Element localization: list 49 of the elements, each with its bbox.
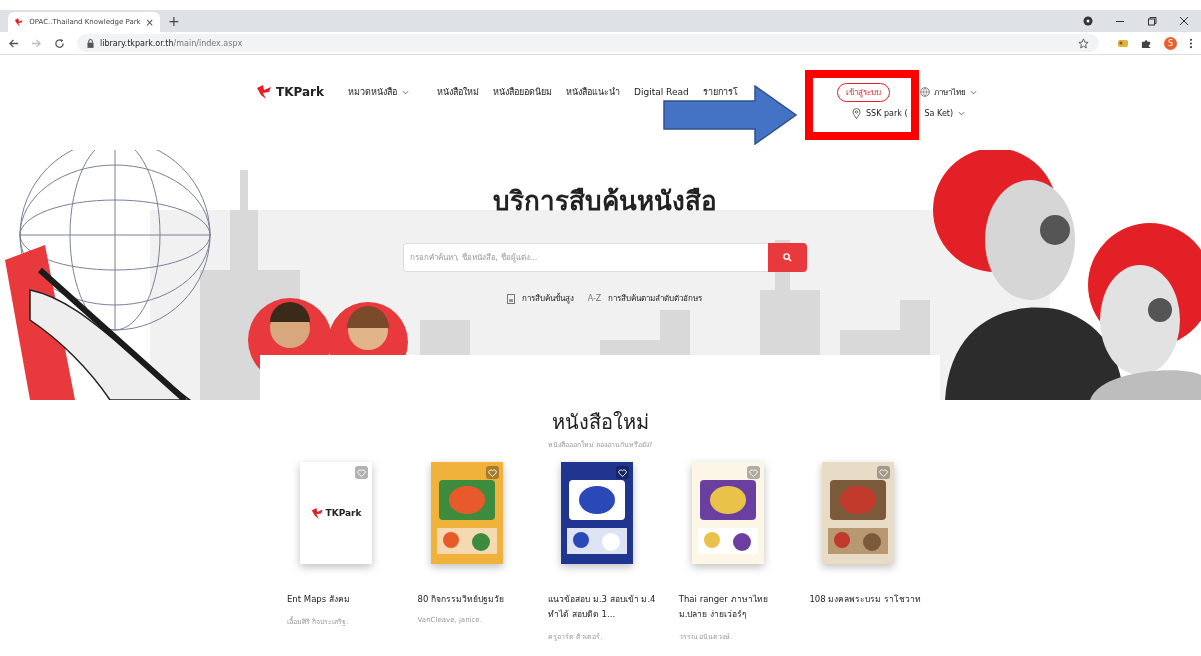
document-icon xyxy=(506,293,515,304)
search-field[interactable]: กรอกคำค้นหา, ชื่อหนังสือ, ชื่อผู้แต่ง... xyxy=(402,243,768,272)
url-text: library.tkpark.or.th/main/index.aspx xyxy=(100,38,243,48)
alphabet-label: A-Z xyxy=(587,294,602,303)
lock-icon xyxy=(87,38,94,48)
close-tab-button[interactable]: × xyxy=(145,16,154,28)
puzzle-icon[interactable] xyxy=(1141,37,1152,49)
search-icon xyxy=(782,253,792,262)
media-icon[interactable] xyxy=(1083,16,1093,26)
logo-icon xyxy=(14,16,25,28)
extension-icon[interactable] xyxy=(1117,37,1129,49)
logo-icon[interactable] xyxy=(256,84,274,100)
favorite-button[interactable] xyxy=(616,466,630,479)
location-text[interactable]: Sa Ket) xyxy=(924,109,954,118)
nav-link[interactable]: หมวดหนังสือ xyxy=(348,85,409,99)
nav-link[interactable]: รายการโ xyxy=(702,85,738,99)
close-icon[interactable] xyxy=(1179,16,1189,26)
hero-title: บริการสืบค้นหนังสือ xyxy=(492,185,717,218)
location-text[interactable]: SSK park ( xyxy=(866,109,908,118)
search-button[interactable] xyxy=(767,243,807,272)
logo-text[interactable]: TKPark xyxy=(276,85,324,99)
nav-link[interactable]: Digital Read xyxy=(634,85,689,99)
nav-link[interactable]: หนังสือแนะนำ xyxy=(566,85,620,99)
book-cover[interactable]: TKPark xyxy=(300,462,372,564)
back-icon[interactable] xyxy=(8,37,19,49)
nav-link[interactable]: หนังสือใหม่ xyxy=(437,85,479,99)
new-tab-button[interactable]: + xyxy=(168,13,180,29)
star-icon[interactable] xyxy=(1078,37,1089,49)
reload-icon[interactable] xyxy=(54,37,65,49)
nav-link[interactable]: หนังสือยอดนิยม xyxy=(493,85,552,99)
book-title[interactable]: 108 มงคลพระบรม ราโชวาท xyxy=(809,592,928,607)
address-bar[interactable]: library.tkpark.or.th/main/index.aspx xyxy=(77,34,1099,52)
language-selector[interactable]: ภาษาไทย xyxy=(919,85,977,99)
restore-icon[interactable] xyxy=(1147,16,1157,26)
search-link[interactable]: การสืบค้นขั้นสูง xyxy=(521,292,574,305)
logo-text: TKPark xyxy=(325,508,362,518)
chevron-icon xyxy=(958,111,966,116)
logo-icon xyxy=(310,506,325,520)
section-title: หนังสือใหม่ xyxy=(550,409,650,435)
book-title[interactable]: Ent Maps สังคม xyxy=(287,592,405,607)
menu-icon[interactable] xyxy=(1189,37,1193,49)
pin-icon xyxy=(852,108,861,119)
globe-icon xyxy=(919,87,930,97)
book-title[interactable]: แนวข้อสอบ ม.3 สอบเข้า ม.4 ทำได้ สอบติด 1... xyxy=(548,592,667,622)
login-button[interactable]: เข้าสู่ระบบ xyxy=(836,82,890,102)
search-link[interactable]: การสืบค้นตามลำดับตัวอักษร xyxy=(608,292,703,305)
chevron-icon xyxy=(969,89,977,95)
book-title[interactable]: Thai ranger ภาษาไทย ม.ปลาย ง่ายเว่อร์ๆ xyxy=(678,592,797,622)
book-title[interactable]: 80 กิจกรรมวิทย์ปฐมวัย xyxy=(417,592,536,607)
